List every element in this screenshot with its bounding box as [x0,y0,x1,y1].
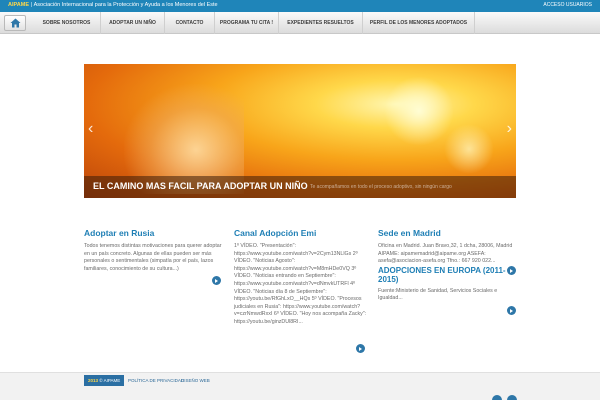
column-subtitle-adopciones-europa[interactable]: ADOPCIONES EN EUROPA (2011-2015) [378,266,516,284]
nav-item-perfil-menores[interactable]: PERFIL DE LOS MENORES ADOPTADOS [363,12,475,34]
site-brand[interactable]: AIPAME | Asociación Internacional para la… [8,2,218,8]
slider-image-light-2 [444,124,494,174]
login-link[interactable]: ACCESO USUARIOS [543,2,592,8]
main-nav: SOBRE NOSOTROS ADOPTAR UN NIÑO CONTACTO … [0,12,600,34]
skype-icon[interactable] [507,395,517,400]
brand-description: Asociación Internacional para la Protecc… [33,2,218,8]
twitter-icon[interactable] [492,395,502,400]
slider-next-arrow[interactable]: › [507,120,512,138]
footer-link-privacidad[interactable]: POLÍTICA DE PRIVACIDAD [128,375,184,386]
column-subtext-adopciones: Fuente:Ministerio de Sanidad, Servicios … [378,287,498,302]
hero-slider: ‹ › EL CAMINO MAS FACIL PARA ADOPTAR UN … [84,64,516,198]
slider-prev-arrow[interactable]: ‹ [88,120,93,138]
copyright-icon: © [99,378,103,383]
column-title-rusia[interactable]: Adoptar en Rusia [84,228,222,238]
slider-image-light [384,76,454,146]
top-bar: AIPAME | Asociación Internacional para la… [0,0,600,12]
nav-item-adoptar[interactable]: ADOPTAR UN NIÑO [101,12,165,34]
column-canal-adopcion: Canal Adopción Emi 1º VÍDEO. "Presentaci… [234,228,372,327]
slider-caption: EL CAMINO MAS FACIL PARA ADOPTAR UN NIÑO… [84,176,516,198]
column-adoptar-rusia: Adoptar en Rusia Todos tenemos distintas… [84,228,222,273]
brand-name: AIPAME [8,2,29,8]
footer-copyright: 2013 © AIPAME [84,375,125,386]
slider-title[interactable]: EL CAMINO MAS FACIL PARA ADOPTAR UN NIÑO [93,181,308,191]
nav-item-expedientes[interactable]: EXPEDIENTES RESUELTOS [279,12,363,34]
footer-link-diseno-web[interactable]: DISEÑO WEB [181,375,210,386]
column-title-sede[interactable]: Sede en Madrid [378,228,516,238]
read-more-canal-button[interactable] [356,344,365,353]
nav-item-sobre-nosotros[interactable]: SOBRE NOSOTROS [33,12,101,34]
nav-item-contacto[interactable]: CONTACTO [165,12,215,34]
footer-brand: AIPAME [103,378,121,383]
home-icon [10,18,21,28]
footer-year: 2013 [88,378,99,383]
nav-item-programa-cita[interactable]: PROGRAMA TU CITA ! [215,12,279,34]
footer: 2013 © AIPAME POLÍTICA DE PRIVACIDAD DIS… [0,372,600,400]
home-button[interactable] [4,15,26,31]
column-sede-madrid: Sede en Madrid Oficina en Madrid. Juan B… [378,228,516,303]
column-text-sede: Oficina en Madrid. Juan Bravo,32, 1 dcha… [378,243,513,265]
read-more-sede-button[interactable] [507,266,516,275]
column-text-rusia: Todos tenemos distintas motivaciones par… [84,243,222,272]
column-text-canal: 1º VÍDEO. "Presentación": https://www.yo… [234,243,367,325]
read-more-adopciones-button[interactable] [507,306,516,315]
column-title-canal[interactable]: Canal Adopción Emi [234,228,372,238]
read-more-rusia-button[interactable] [212,276,221,285]
slider-subtitle: Te acompañamos en todo el proceso adopti… [310,184,452,190]
